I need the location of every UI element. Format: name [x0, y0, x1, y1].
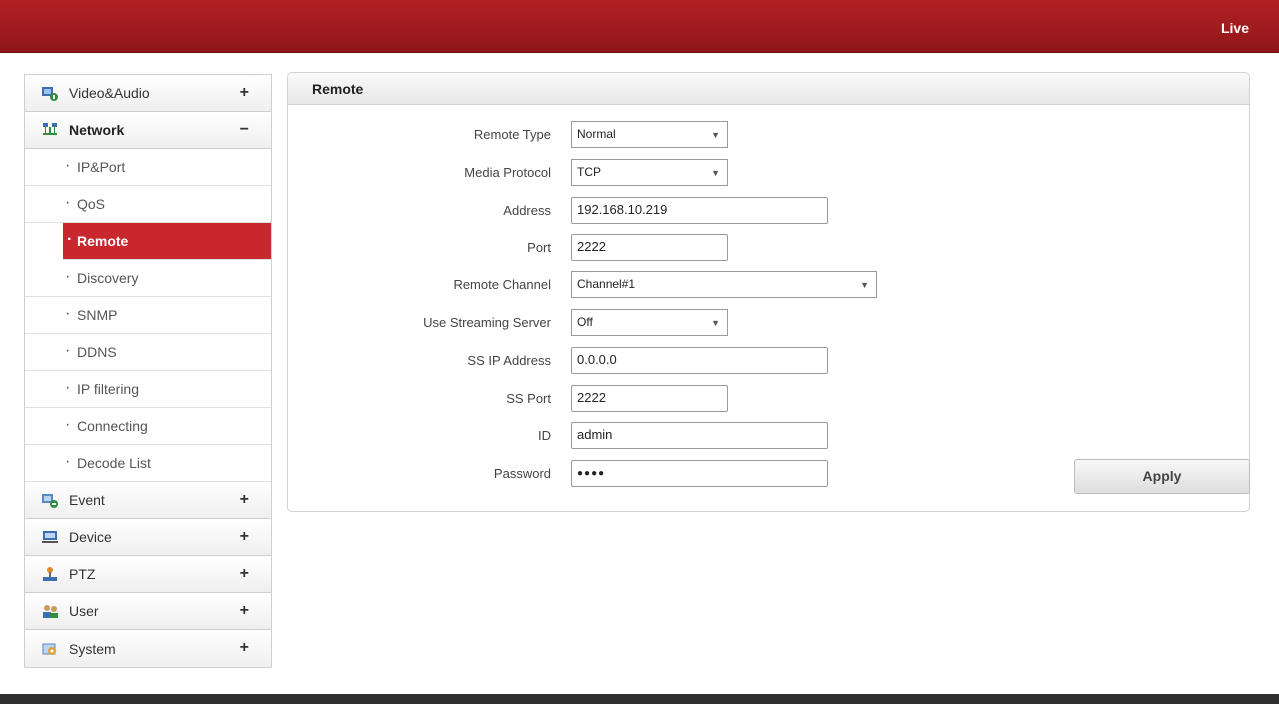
ss-port-label: SS Port: [506, 391, 551, 406]
ss-port-input[interactable]: 2222: [571, 385, 728, 412]
row-use-streaming-server: Use Streaming Server Off ▼: [288, 309, 1248, 337]
menu-label: PTZ: [69, 566, 96, 582]
menu-event[interactable]: Event +: [25, 482, 271, 519]
user-icon: [41, 603, 59, 619]
password-input[interactable]: ●●●●: [571, 460, 828, 487]
menu-label: System: [69, 640, 116, 657]
row-ss-port: SS Port 2222: [288, 385, 1248, 413]
row-remote-type: Remote Type Normal ▼: [288, 121, 1248, 149]
row-port: Port 2222: [288, 234, 1248, 262]
expand-icon[interactable]: +: [240, 84, 249, 102]
menu-label: Network: [69, 122, 125, 138]
expand-icon[interactable]: +: [240, 491, 249, 509]
remote-channel-select[interactable]: Channel#1 ▼: [571, 271, 877, 298]
sidebar-menu: Video&Audio + Network − IP&Port QoS Remo…: [24, 74, 272, 668]
sidebar-item-qos[interactable]: QoS: [25, 186, 271, 223]
row-ss-ip-address: SS IP Address 0.0.0.0: [288, 347, 1248, 375]
menu-label: Event: [69, 492, 105, 508]
remote-type-select[interactable]: Normal ▼: [571, 121, 728, 148]
remote-type-label: Remote Type: [473, 127, 551, 142]
row-media-protocol: Media Protocol TCP ▼: [288, 159, 1248, 187]
apply-button[interactable]: Apply: [1074, 459, 1250, 494]
ss-ip-address-label: SS IP Address: [467, 353, 551, 368]
row-address: Address 192.168.10.219: [288, 197, 1248, 225]
sidebar-item-ddns[interactable]: DDNS: [25, 334, 271, 371]
id-input[interactable]: admin: [571, 422, 828, 449]
menu-label: Device: [69, 529, 112, 545]
bottom-bar: [0, 694, 1279, 704]
menu-label: Video&Audio: [69, 85, 150, 101]
dropdown-arrow-icon: ▼: [711, 168, 720, 178]
sidebar-item-discovery[interactable]: Discovery: [25, 260, 271, 297]
use-streaming-server-label: Use Streaming Server: [423, 315, 551, 330]
menu-label: User: [69, 603, 99, 619]
dropdown-arrow-icon: ▼: [860, 280, 869, 290]
address-input[interactable]: 192.168.10.219: [571, 197, 828, 224]
top-bar: Live: [0, 0, 1279, 53]
menu-user[interactable]: User +: [25, 593, 271, 630]
media-protocol-select[interactable]: TCP ▼: [571, 159, 728, 186]
live-link[interactable]: Live: [1221, 20, 1249, 36]
expand-icon[interactable]: +: [240, 639, 249, 657]
password-label: Password: [493, 466, 551, 481]
menu-system[interactable]: System +: [25, 630, 271, 667]
menu-device[interactable]: Device +: [25, 519, 271, 556]
menu-video-audio[interactable]: Video&Audio +: [25, 75, 271, 112]
video-audio-icon: [41, 85, 59, 101]
event-icon: [41, 492, 59, 508]
id-label: ID: [538, 428, 551, 443]
sidebar-item-ip-port[interactable]: IP&Port: [25, 149, 271, 186]
menu-network[interactable]: Network −: [25, 112, 271, 149]
sidebar-item-ip-filtering[interactable]: IP filtering: [25, 371, 271, 408]
expand-icon[interactable]: +: [240, 528, 249, 546]
menu-ptz[interactable]: PTZ +: [25, 556, 271, 593]
sidebar-item-snmp[interactable]: SNMP: [25, 297, 271, 334]
ptz-icon: [41, 566, 59, 582]
address-label: Address: [503, 203, 551, 218]
row-id: ID admin: [288, 422, 1248, 450]
device-icon: [41, 529, 59, 545]
remote-channel-label: Remote Channel: [453, 277, 551, 292]
port-label: Port: [527, 240, 551, 255]
sidebar-item-remote[interactable]: Remote: [63, 223, 271, 260]
port-input[interactable]: 2222: [571, 234, 728, 261]
collapse-icon[interactable]: −: [240, 121, 249, 139]
dropdown-arrow-icon: ▼: [711, 130, 720, 140]
expand-icon[interactable]: +: [240, 565, 249, 583]
use-streaming-server-select[interactable]: Off ▼: [571, 309, 728, 336]
ss-ip-address-input[interactable]: 0.0.0.0: [571, 347, 828, 374]
network-icon: [41, 122, 59, 138]
sidebar-item-decode-list[interactable]: Decode List: [25, 445, 271, 482]
expand-icon[interactable]: +: [240, 602, 249, 620]
row-remote-channel: Remote Channel Channel#1 ▼: [288, 271, 1248, 299]
sidebar-item-connecting[interactable]: Connecting: [25, 408, 271, 445]
media-protocol-label: Media Protocol: [464, 165, 551, 180]
remote-settings-panel: Remote Remote Type Normal ▼ Media Protoc…: [287, 72, 1250, 512]
system-icon: [41, 641, 59, 657]
panel-title: Remote: [288, 73, 1249, 105]
dropdown-arrow-icon: ▼: [711, 318, 720, 328]
